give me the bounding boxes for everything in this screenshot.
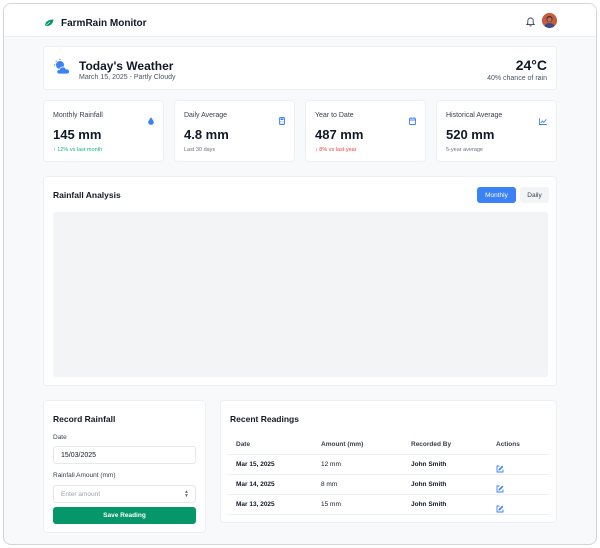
stat-value: 487 mm bbox=[315, 127, 364, 142]
app-name: FarmRain Monitor bbox=[61, 17, 147, 29]
stat-note: 5-year average bbox=[446, 147, 483, 153]
weather-title: Today's Weather bbox=[79, 59, 174, 73]
row-date: Mar 13, 2025 bbox=[236, 501, 275, 508]
calendar-icon bbox=[409, 112, 416, 130]
chart-line-icon bbox=[539, 112, 547, 130]
edit-icon[interactable] bbox=[496, 460, 504, 478]
date-value: 15/03/2025 bbox=[61, 451, 97, 459]
edit-icon[interactable] bbox=[496, 500, 504, 518]
daily-toggle-button[interactable]: Daily bbox=[520, 187, 549, 203]
divider bbox=[228, 514, 549, 515]
partly-cloudy-icon bbox=[53, 59, 73, 80]
section-title: Recent Readings bbox=[230, 414, 299, 424]
stat-label: Year to Date bbox=[315, 112, 354, 119]
stat-card-year-to-date: Year to Date 487 mm ↓ 8% vs last year bbox=[305, 100, 426, 162]
section-title: Record Rainfall bbox=[53, 414, 116, 424]
amount-input[interactable]: Enter amount ▲ ▼ bbox=[53, 485, 196, 503]
monthly-toggle-button[interactable]: Monthly bbox=[477, 187, 516, 203]
amount-label: Rainfall Amount (mm) bbox=[53, 472, 116, 479]
row-amount: 12 mm bbox=[321, 461, 341, 468]
row-recorded-by: John Smith bbox=[411, 481, 447, 488]
row-recorded-by: John Smith bbox=[411, 461, 447, 468]
column-header: Recorded By bbox=[411, 441, 452, 448]
stat-value: 145 mm bbox=[53, 127, 102, 142]
edit-icon[interactable] bbox=[496, 480, 504, 498]
avatar[interactable] bbox=[542, 13, 557, 28]
row-amount: 8 mm bbox=[321, 481, 338, 488]
stat-card-monthly-rainfall: Monthly Rainfall 145 mm ↑ 12% vs last mo… bbox=[43, 100, 164, 162]
stat-value: 520 mm bbox=[446, 127, 495, 142]
section-title: Rainfall Analysis bbox=[53, 190, 121, 200]
chart-area bbox=[53, 212, 548, 377]
date-label: Date bbox=[53, 434, 67, 441]
stepper-icon[interactable]: ▲ ▼ bbox=[184, 490, 189, 499]
droplet-icon bbox=[148, 112, 154, 130]
stat-label: Historical Average bbox=[446, 112, 503, 119]
stat-trend: ↓ 8% vs last year bbox=[315, 147, 357, 153]
column-header: Amount (mm) bbox=[321, 441, 364, 448]
divider bbox=[228, 474, 549, 475]
rainfall-analysis-card: Rainfall Analysis Monthly Daily bbox=[43, 176, 557, 386]
column-header: Actions bbox=[496, 441, 520, 448]
stat-label: Daily Average bbox=[184, 112, 228, 119]
leaf-icon bbox=[44, 14, 54, 32]
brand[interactable]: FarmRain Monitor bbox=[44, 14, 147, 32]
calculator-icon bbox=[279, 112, 285, 130]
stat-note: Last 30 days bbox=[184, 147, 216, 153]
weather-card: Today's Weather March 15, 2025 - Partly … bbox=[43, 46, 557, 90]
stat-trend: ↑ 12% vs last month bbox=[53, 147, 103, 153]
date-field[interactable]: 15/03/2025 bbox=[53, 446, 196, 464]
stat-card-daily-average: Daily Average 4.8 mm Last 30 days bbox=[174, 100, 295, 162]
bell-icon[interactable] bbox=[525, 14, 536, 32]
divider bbox=[228, 454, 549, 455]
divider bbox=[228, 494, 549, 495]
save-reading-button[interactable]: Save Reading bbox=[53, 507, 196, 524]
stat-card-historical-average: Historical Average 520 mm 5-year average bbox=[436, 100, 557, 162]
row-date: Mar 14, 2025 bbox=[236, 481, 275, 488]
amount-placeholder: Enter amount bbox=[61, 490, 101, 498]
weather-subtitle: March 15, 2025 - Partly Cloudy bbox=[79, 74, 176, 81]
app-window: FarmRain Monitor Today's Weather March 1… bbox=[3, 3, 597, 545]
row-recorded-by: John Smith bbox=[411, 501, 447, 508]
stat-value: 4.8 mm bbox=[184, 127, 229, 142]
row-date: Mar 15, 2025 bbox=[236, 461, 275, 468]
stat-label: Monthly Rainfall bbox=[53, 112, 103, 119]
recent-readings-card: Recent Readings Date Amount (mm) Recorde… bbox=[220, 400, 557, 523]
column-header: Date bbox=[236, 441, 251, 448]
temperature: 24°C bbox=[515, 57, 547, 73]
row-amount: 15 mm bbox=[321, 501, 341, 508]
top-navbar: FarmRain Monitor bbox=[4, 4, 596, 37]
rain-chance: 40% chance of rain bbox=[487, 75, 547, 82]
record-rainfall-card: Record Rainfall Date 15/03/2025 Rainfall… bbox=[43, 400, 206, 533]
